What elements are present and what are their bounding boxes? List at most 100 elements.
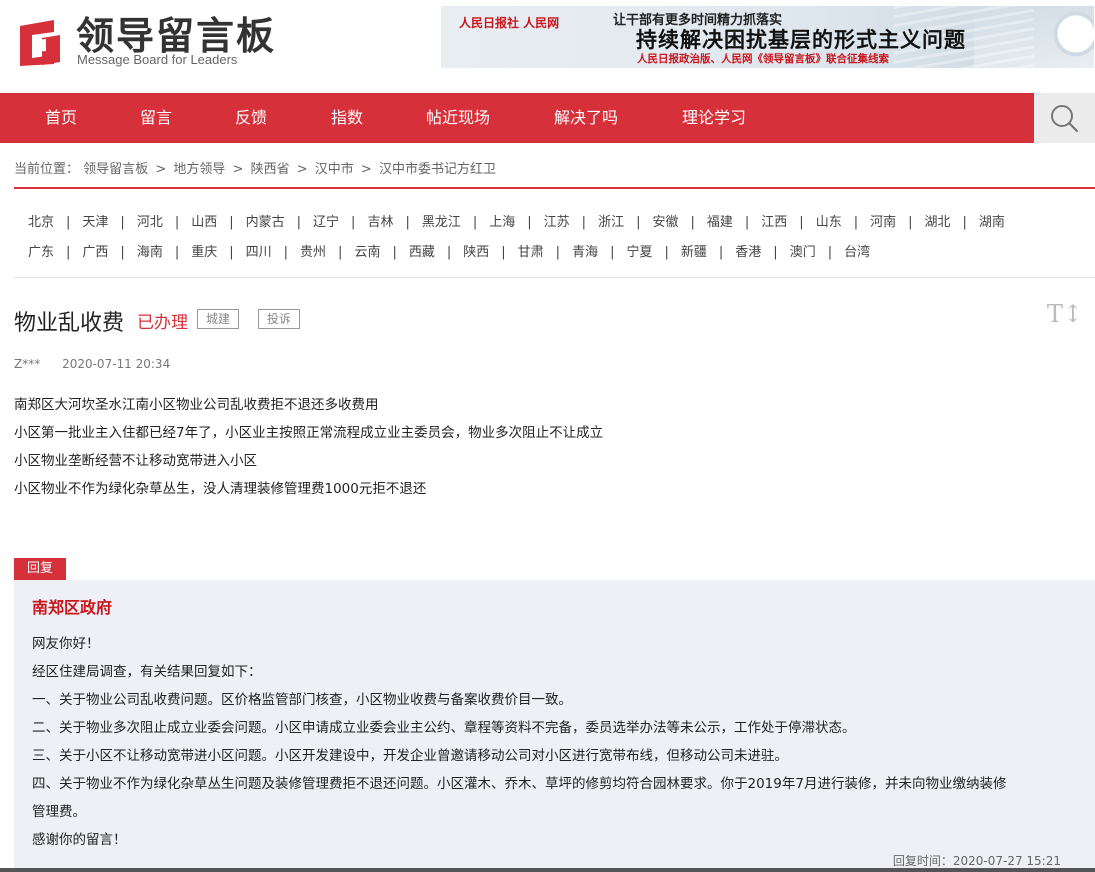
site-header: 领导留言板 Message Board for Leaders 人民日报社 人民… <box>0 0 1095 93</box>
province-link[interactable]: 山西 <box>191 211 217 230</box>
province-link[interactable]: 北京 <box>28 211 54 230</box>
breadcrumb-link-leader[interactable]: 汉中市委书记方红卫 <box>379 162 496 177</box>
breadcrumb-prefix: 当前位置： <box>14 162 80 177</box>
province-separator: | <box>283 245 289 260</box>
breadcrumb-separator: > <box>155 162 167 177</box>
province-separator: | <box>66 215 71 230</box>
province-separator: | <box>405 215 410 230</box>
province-separator: | <box>296 215 302 230</box>
font-size-toggle-icon[interactable]: T↕ <box>1047 300 1083 328</box>
province-link[interactable]: 台湾 <box>844 241 870 260</box>
breadcrumb-separator: > <box>296 162 308 177</box>
province-link[interactable]: 江苏 <box>544 211 570 230</box>
reply-line: 经区住建局调查，有关结果回复如下： <box>32 664 262 680</box>
province-link[interactable]: 福建 <box>707 211 733 230</box>
province-link[interactable]: 云南 <box>354 241 380 260</box>
post-meta: Z*** 2020-07-11 20:34 <box>14 357 170 371</box>
province-link[interactable]: 山东 <box>816 211 842 230</box>
province-link[interactable]: 陕西 <box>463 241 489 260</box>
province-separator: | <box>229 215 234 230</box>
province-link[interactable]: 西藏 <box>409 241 435 260</box>
province-link[interactable]: 香港 <box>735 241 761 260</box>
province-link[interactable]: 湖南 <box>979 211 1005 230</box>
province-link[interactable]: 河南 <box>870 211 896 230</box>
province-separator: | <box>174 215 180 230</box>
province-link[interactable]: 辽宁 <box>313 211 339 230</box>
banner-headline: 持续解决困扰基层的形式主义问题 <box>636 27 966 52</box>
breadcrumb-separator: > <box>232 162 244 177</box>
promo-banner[interactable]: 人民日报社 人民网 让干部有更多时间精力抓落实 持续解决困扰基层的形式主义问题 … <box>441 6 1094 68</box>
search-icon <box>1051 105 1079 133</box>
post-body-line: 小区物业垄断经营不让移动宽带进入小区 <box>14 453 257 469</box>
breadcrumb-link-province[interactable]: 陕西省 <box>251 162 290 177</box>
province-link[interactable]: 浙江 <box>598 211 624 230</box>
province-separator: | <box>664 245 669 260</box>
province-link[interactable]: 重庆 <box>191 241 217 260</box>
province-separator: | <box>472 215 478 230</box>
province-link[interactable]: 湖北 <box>925 211 951 230</box>
site-logo[interactable]: 领导留言板 Message Board for Leaders <box>14 14 274 70</box>
province-link[interactable]: 江西 <box>761 211 787 230</box>
province-separator: | <box>338 245 343 260</box>
province-separator: | <box>229 245 234 260</box>
province-link[interactable]: 海南 <box>137 241 163 260</box>
province-link[interactable]: 天津 <box>82 211 108 230</box>
province-link[interactable]: 青海 <box>572 241 598 260</box>
breadcrumb: 当前位置： 领导留言板 > 地方领导 > 陕西省 > 汉中市 > 汉中市委书记方… <box>14 158 496 177</box>
window-bottom-edge <box>0 868 1095 872</box>
province-separator: | <box>827 245 833 260</box>
site-subtitle: Message Board for Leaders <box>77 52 238 67</box>
nav-item-onsite[interactable]: 帖近现场 <box>426 93 490 143</box>
breadcrumb-link-local-leaders[interactable]: 地方领导 <box>173 162 225 177</box>
province-link[interactable]: 上海 <box>489 211 515 230</box>
reply-line: 二、关于物业多次阻止成立业委会问题。小区申请成立业委会业主公约、章程等资料不完备… <box>32 720 856 736</box>
post-tag-type[interactable]: 投诉 <box>258 309 301 329</box>
province-link[interactable]: 黑龙江 <box>422 211 461 230</box>
province-separator: | <box>690 215 695 230</box>
province-link[interactable]: 吉林 <box>367 211 393 230</box>
reply-line: 三、关于小区不让移动宽带进小区问题。小区开发建设中，开发企业曾邀请移动公司对小区… <box>32 748 788 764</box>
breadcrumb-link-home[interactable]: 领导留言板 <box>83 162 148 177</box>
province-link[interactable]: 甘肃 <box>518 241 544 260</box>
nav-item-index[interactable]: 指数 <box>331 93 363 143</box>
province-link[interactable]: 广西 <box>82 241 108 260</box>
reply-time-value: 2020-07-27 15:21 <box>952 854 1061 868</box>
province-link[interactable]: 四川 <box>246 241 272 260</box>
province-link[interactable]: 广东 <box>28 241 54 260</box>
breadcrumb-link-city[interactable]: 汉中市 <box>315 162 354 177</box>
banner-orb-decoration <box>974 6 1094 68</box>
province-link[interactable]: 宁夏 <box>626 241 652 260</box>
main-nav: 首页 留言 反馈 指数 帖近现场 解决了吗 理论学习 <box>0 93 1095 143</box>
province-link[interactable]: 河北 <box>137 211 163 230</box>
province-link[interactable]: 内蒙古 <box>246 211 285 230</box>
province-separator: | <box>962 215 967 230</box>
province-separator: | <box>446 245 452 260</box>
nav-item-resolved[interactable]: 解决了吗 <box>554 93 618 143</box>
nav-item-home[interactable]: 首页 <box>45 93 77 143</box>
province-separator: | <box>610 245 615 260</box>
reply-line: 四、关于物业不作为绿化杂草丛生问题及装修管理费拒不退还问题。小区灌木、乔木、草坪… <box>32 776 1007 792</box>
province-separator: | <box>744 215 750 230</box>
province-separator: | <box>120 215 125 230</box>
nav-search-button[interactable] <box>1034 93 1095 143</box>
province-link[interactable]: 贵州 <box>300 241 326 260</box>
nav-item-feedback[interactable]: 反馈 <box>235 93 267 143</box>
post-tag-category[interactable]: 城建 <box>197 309 240 329</box>
divider <box>14 277 1095 278</box>
nav-item-message[interactable]: 留言 <box>140 93 172 143</box>
reply-line: 网友你好！ <box>32 636 100 652</box>
nav-item-theory[interactable]: 理论学习 <box>682 93 746 143</box>
reply-line: 感谢你的留言！ <box>32 832 127 848</box>
province-separator: | <box>636 215 641 230</box>
province-link[interactable]: 安徽 <box>652 211 678 230</box>
province-separator: | <box>120 245 125 260</box>
province-link[interactable]: 澳门 <box>790 241 816 260</box>
province-separator: | <box>853 215 859 230</box>
province-list-row-1: 北京 | 天津 | 河北 | 山西 | 内蒙古 | 辽宁 | 吉林 | 黑龙江 | 上海 | 江苏 | 浙江 | 安徽 | 福建… <box>28 211 1005 230</box>
post-author: Z*** <box>14 357 41 371</box>
post-body-line: 小区物业不作为绿化杂草丛生，没人清理装修管理费1000元拒不退还 <box>14 481 427 497</box>
reply-time-label: 回复时间： <box>892 854 953 868</box>
province-link[interactable]: 新疆 <box>681 241 707 260</box>
province-separator: | <box>527 215 532 230</box>
logo-mark-icon <box>20 20 60 66</box>
